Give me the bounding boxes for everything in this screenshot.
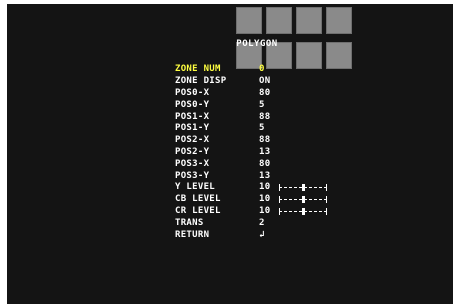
zone-cell bbox=[296, 7, 322, 34]
menu-item-label: POS2-Y bbox=[175, 146, 210, 157]
level-slider[interactable] bbox=[279, 184, 327, 192]
osd-screen: POLYGON ZONE NUM 0 ZONE DISP ON POS0-X 80 POS0… bbox=[7, 4, 453, 304]
menu-item-trans[interactable]: TRANS 2 bbox=[175, 217, 327, 229]
menu-item-value: 2 bbox=[259, 217, 265, 228]
menu-item-value: 13 bbox=[259, 146, 271, 157]
slider-knob[interactable] bbox=[302, 207, 305, 215]
menu-item-value: 88 bbox=[259, 135, 271, 146]
menu-item-value: 10 bbox=[259, 205, 271, 216]
osd-menu: ZONE NUM 0 ZONE DISP ON POS0-X 80 POS0-Y 5 POS1-… bbox=[175, 64, 327, 241]
menu-item-label: POS1-X bbox=[175, 111, 210, 122]
menu-item-zone-num[interactable]: ZONE NUM 0 bbox=[175, 64, 327, 76]
slider-cap-right bbox=[326, 207, 327, 215]
menu-item-label: CB LEVEL bbox=[175, 194, 221, 205]
menu-item-value: 10 bbox=[259, 182, 271, 193]
menu-item-value: 80 bbox=[259, 87, 271, 98]
menu-item-label: RETURN bbox=[175, 229, 210, 240]
slider-cap-left bbox=[279, 207, 280, 215]
zone-cell bbox=[326, 7, 352, 34]
level-slider[interactable] bbox=[279, 196, 327, 204]
menu-item-label: Y LEVEL bbox=[175, 182, 216, 193]
menu-item-label: POS1-Y bbox=[175, 123, 210, 134]
menu-item-return[interactable]: RETURN ↲ bbox=[175, 229, 327, 241]
menu-item-label: CR LEVEL bbox=[175, 205, 221, 216]
menu-item-value: 5 bbox=[259, 123, 265, 134]
menu-item-value: 0 bbox=[259, 64, 265, 75]
menu-item-label: TRANS bbox=[175, 217, 204, 228]
menu-item-label: POS3-X bbox=[175, 158, 210, 169]
menu-item-pos3-y[interactable]: POS3-Y 13 bbox=[175, 170, 327, 182]
menu-item-label: POS0-Y bbox=[175, 99, 210, 110]
menu-item-cb-level[interactable]: CB LEVEL 10 bbox=[175, 194, 327, 206]
menu-item-pos1-y[interactable]: POS1-Y 5 bbox=[175, 123, 327, 135]
slider-cap-right bbox=[326, 196, 327, 204]
menu-item-value: ON bbox=[259, 76, 271, 87]
slider-cap-right bbox=[326, 184, 327, 192]
slider-knob[interactable] bbox=[302, 184, 305, 192]
menu-item-pos1-x[interactable]: POS1-X 88 bbox=[175, 111, 327, 123]
zone-cell bbox=[266, 7, 292, 34]
menu-item-label: ZONE NUM bbox=[175, 64, 221, 75]
menu-item-value: 80 bbox=[259, 158, 271, 169]
menu-item-label: ZONE DISP bbox=[175, 76, 227, 87]
menu-item-pos3-x[interactable]: POS3-X 80 bbox=[175, 158, 327, 170]
menu-item-value: 5 bbox=[259, 99, 265, 110]
menu-item-value: 88 bbox=[259, 111, 271, 122]
menu-item-label: POS2-X bbox=[175, 135, 210, 146]
slider-knob[interactable] bbox=[302, 196, 305, 204]
zone-cell bbox=[236, 7, 262, 34]
menu-title: POLYGON bbox=[236, 39, 278, 49]
menu-item-zone-disp[interactable]: ZONE DISP ON bbox=[175, 76, 327, 88]
zone-cell bbox=[326, 42, 352, 69]
menu-item-label: POS0-X bbox=[175, 87, 210, 98]
menu-item-pos0-y[interactable]: POS0-Y 5 bbox=[175, 99, 327, 111]
return-icon: ↲ bbox=[259, 229, 265, 240]
menu-item-value: 10 bbox=[259, 194, 271, 205]
menu-item-value: 13 bbox=[259, 170, 271, 181]
menu-item-label: POS3-Y bbox=[175, 170, 210, 181]
slider-cap-left bbox=[279, 184, 280, 192]
slider-cap-left bbox=[279, 196, 280, 204]
level-slider[interactable] bbox=[279, 207, 327, 215]
menu-item-pos2-y[interactable]: POS2-Y 13 bbox=[175, 147, 327, 159]
menu-item-y-level[interactable]: Y LEVEL 10 bbox=[175, 182, 327, 194]
menu-item-pos0-x[interactable]: POS0-X 80 bbox=[175, 88, 327, 100]
menu-item-pos2-x[interactable]: POS2-X 88 bbox=[175, 135, 327, 147]
menu-item-cr-level[interactable]: CR LEVEL 10 bbox=[175, 206, 327, 218]
